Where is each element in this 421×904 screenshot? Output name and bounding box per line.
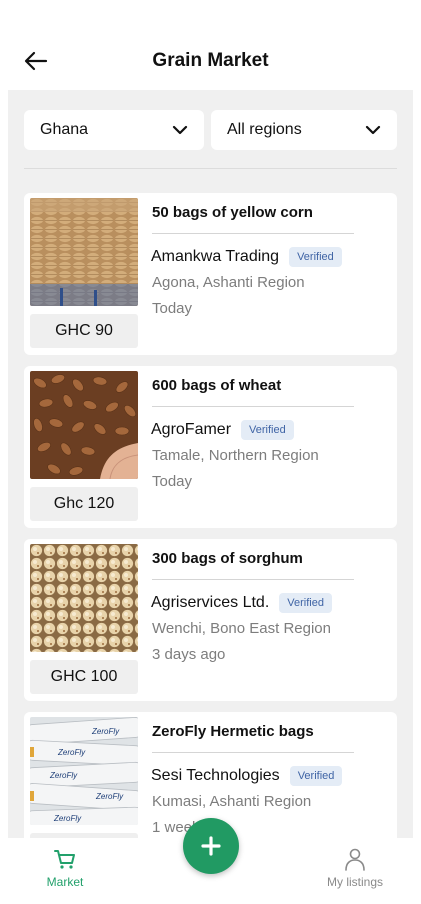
person-icon	[345, 848, 365, 871]
listing-divider	[152, 752, 354, 753]
listing-image	[30, 371, 138, 479]
listing-card[interactable]: GHC 100 300 bags of sorghum Agriservices…	[24, 539, 397, 701]
listing-title: ZeroFly Hermetic bags	[152, 723, 314, 740]
chevron-down-icon	[172, 125, 188, 135]
listing-image: ZeroFly ZeroFly ZeroFly ZeroFly ZeroFly	[30, 717, 138, 825]
listing-price: GHC 90	[30, 314, 138, 348]
listing-location: Kumasi, Ashanti Region	[152, 793, 312, 810]
listings-area[interactable]: Ghana All regions GHC 90 50 bags of yell…	[8, 90, 413, 838]
listing-date: 3 days ago	[152, 646, 226, 663]
bag-text: ZeroFly	[49, 771, 78, 780]
nav-market-label: Market	[46, 875, 84, 889]
listing-seller: AgroFamer Verified	[151, 420, 294, 440]
listing-image	[30, 198, 138, 306]
listing-location: Agona, Ashanti Region	[152, 274, 305, 291]
nav-my-listings-label: My listings	[326, 875, 383, 889]
page-title: Grain Market	[152, 50, 269, 71]
listing-seller: Amankwa Trading Verified	[151, 247, 342, 267]
nav-market[interactable]: Market	[20, 846, 110, 889]
plus-icon	[201, 836, 221, 856]
listing-location: Tamale, Northern Region	[152, 447, 319, 464]
app-header: Grain Market	[0, 0, 421, 90]
listing-seller: Agriservices Ltd. Verified	[151, 593, 332, 613]
listing-title: 600 bags of wheat	[152, 377, 282, 394]
listing-price: Ghc 120	[30, 487, 138, 521]
listing-date: Today	[152, 473, 193, 490]
listing-date: Today	[152, 300, 193, 317]
filter-divider	[24, 168, 397, 169]
listing-price: GHC 100	[30, 660, 138, 694]
bag-text: ZeroFly	[57, 748, 86, 757]
listing-divider	[152, 233, 354, 234]
nav-my-listings[interactable]: My listings	[310, 846, 400, 889]
listing-divider	[152, 406, 354, 407]
listing-card[interactable]: GHC 90 50 bags of yellow corn Amankwa Tr…	[24, 193, 397, 355]
verified-badge: Verified	[279, 593, 332, 613]
bag-text: ZeroFly	[95, 792, 124, 801]
chevron-down-icon	[365, 125, 381, 135]
region-select[interactable]: All regions	[211, 110, 397, 150]
cart-icon	[54, 850, 75, 869]
bag-text: ZeroFly	[91, 727, 120, 736]
verified-badge: Verified	[241, 420, 294, 440]
country-select-value: Ghana	[40, 121, 89, 138]
verified-badge: Verified	[289, 766, 343, 786]
add-listing-button[interactable]	[183, 818, 239, 874]
country-select[interactable]: Ghana	[24, 110, 204, 150]
verified-badge: Verified	[289, 247, 342, 267]
listing-title: 50 bags of yellow corn	[152, 204, 313, 221]
listing-image	[30, 544, 138, 652]
listing-seller: Sesi Technologies Verified	[151, 766, 343, 786]
listing-title: 300 bags of sorghum	[152, 550, 303, 567]
bag-text: ZeroFly	[53, 814, 82, 823]
seller-name: Amankwa Trading	[151, 248, 280, 265]
region-select-value: All regions	[227, 121, 302, 138]
seller-name: Sesi Technologies	[151, 767, 280, 784]
seller-name: AgroFamer	[151, 421, 232, 438]
seller-name: Agriservices Ltd.	[151, 594, 270, 611]
listing-divider	[152, 579, 354, 580]
listing-location: Wenchi, Bono East Region	[152, 620, 331, 637]
listing-card[interactable]: Ghc 120 600 bags of wheat AgroFamer Veri…	[24, 366, 397, 528]
